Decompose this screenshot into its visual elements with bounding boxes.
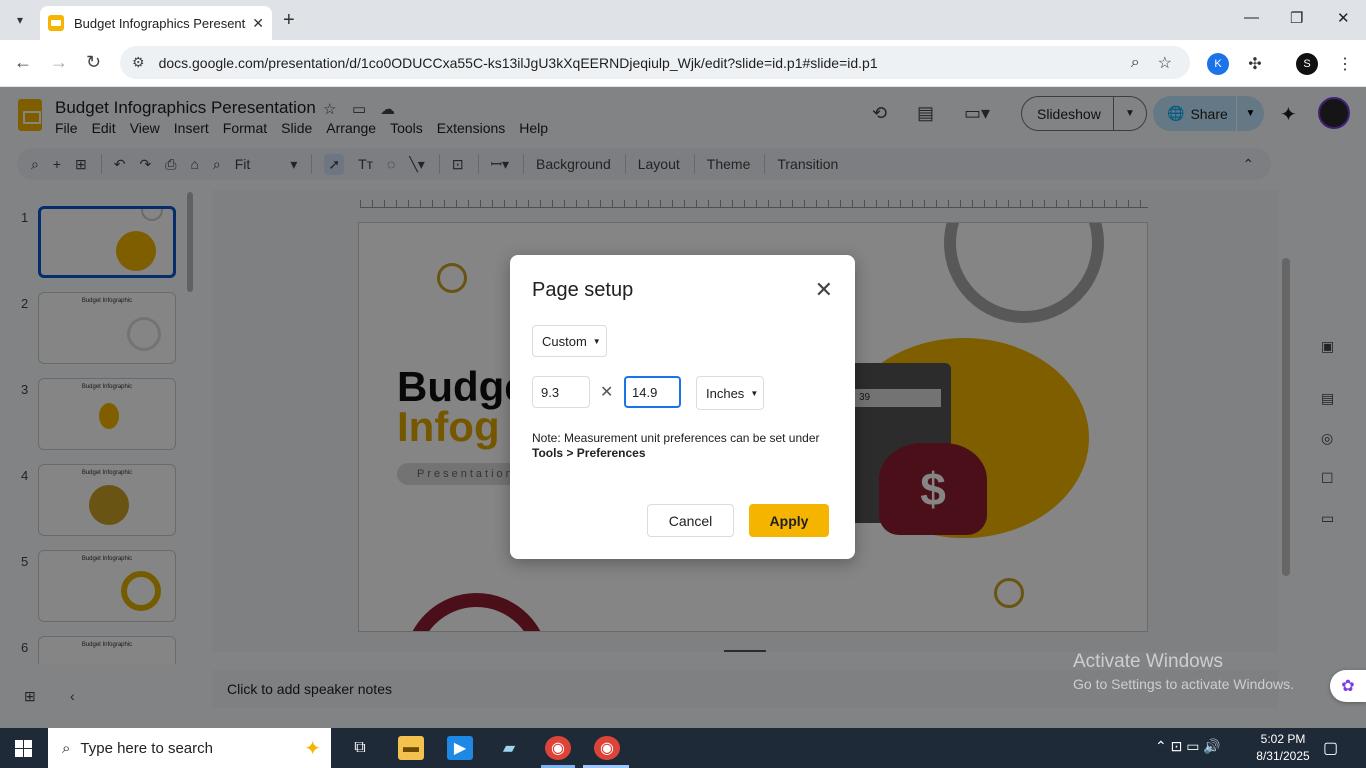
address-bar-row: ← → ↻ ⚙ docs.google.com/presentation/d/1… (0, 40, 1366, 87)
height-field[interactable] (624, 376, 681, 408)
unit-value: Inches (706, 385, 745, 401)
omnibox[interactable]: ⚙ docs.google.com/presentation/d/1co0ODU… (120, 46, 1190, 79)
zoom-icon[interactable]: ⌕ (1131, 54, 1140, 72)
window-close-icon[interactable]: ✕ (1337, 9, 1350, 27)
chevron-down-icon: ▼ (750, 388, 759, 398)
notepad-app-icon[interactable]: ▰ (496, 736, 522, 760)
clock-time: 5:02 PM (1260, 732, 1306, 746)
chrome-profile-r-icon[interactable]: ◉ (545, 736, 571, 760)
unit-select[interactable]: Inches ▼ (696, 376, 764, 410)
preset-select[interactable]: Custom ▼ (532, 325, 607, 357)
close-icon[interactable]: ✕ (815, 277, 833, 303)
minimize-icon[interactable]: — (1244, 9, 1259, 26)
task-view-icon[interactable]: ⧉ (347, 736, 373, 760)
puzzle-extensions-icon[interactable]: ✣ (1244, 53, 1266, 75)
note-text: Note: Measurement unit preferences can b… (532, 431, 820, 445)
copilot-sparkle-icon[interactable]: ✦ (304, 736, 321, 761)
windows-start-icon[interactable] (15, 740, 32, 757)
width-field[interactable] (532, 376, 590, 408)
browser-tab[interactable]: Budget Infographics Peresentat ✕ (40, 6, 272, 40)
windows-taskbar: ⌕ Type here to search ✦ ⧉ ▬ ▶ ▰ ◉ ◉ ⌃ ⊡ … (0, 728, 1366, 768)
tab-search-chevron-icon[interactable]: ▾ (8, 8, 32, 32)
restore-icon[interactable]: ❐ (1290, 9, 1303, 27)
chrome-profile-s-icon[interactable]: ◉ (594, 736, 620, 760)
bookmark-star-icon[interactable]: ☆ (1158, 53, 1172, 73)
taskbar-search[interactable]: ⌕ Type here to search ✦ (48, 728, 331, 768)
browser-tab-bar: ▾ Budget Infographics Peresentat ✕ + — ❐… (0, 0, 1366, 40)
search-icon: ⌕ (62, 739, 71, 757)
slides-favicon-icon (48, 15, 64, 31)
browser-menu-icon[interactable]: ⋮ (1334, 53, 1356, 75)
new-tab-icon[interactable]: + (283, 9, 295, 32)
notification-icon[interactable]: ▢ (1323, 738, 1338, 758)
file-explorer-icon[interactable]: ▬ (398, 736, 424, 760)
watermark-line2: Go to Settings to activate Windows. (1073, 676, 1294, 692)
clock-date: 8/31/2025 (1256, 749, 1310, 763)
system-tray-icons[interactable]: ⌃ ⊡ ▭ 🔊 (1155, 738, 1221, 755)
extension-icon[interactable]: K (1207, 53, 1229, 75)
chevron-down-icon: ▼ (592, 336, 601, 346)
activate-windows-watermark: Activate Windows Go to Settings to activ… (1073, 651, 1294, 692)
site-info-icon[interactable]: ⚙ (132, 54, 145, 71)
tab-close-icon[interactable]: ✕ (252, 15, 264, 32)
apply-button[interactable]: Apply (749, 504, 829, 537)
multiply-icon: ✕ (600, 384, 614, 401)
dialog-title: Page setup (532, 279, 634, 301)
units-note: Note: Measurement unit preferences can b… (532, 431, 842, 461)
page-setup-dialog: Page setup ✕ Custom ▼ ✕ Inches ▼ Note: M… (510, 255, 855, 559)
tab-title: Budget Infographics Peresentat (74, 15, 247, 31)
back-arrow-icon[interactable]: ← (14, 52, 32, 73)
cancel-button[interactable]: Cancel (647, 504, 734, 537)
media-app-icon[interactable]: ▶ (447, 736, 473, 760)
taskbar-clock[interactable]: 5:02 PM 8/31/2025 (1253, 731, 1313, 765)
note-bold-path: Tools > Preferences (532, 446, 646, 460)
reload-icon[interactable]: ↻ (86, 52, 101, 73)
forward-arrow-icon[interactable]: → (50, 52, 68, 73)
assistant-bubble-icon[interactable]: ✿ (1330, 670, 1366, 702)
url-text[interactable]: docs.google.com/presentation/d/1co0ODUCC… (159, 55, 1131, 71)
profile-icon[interactable]: S (1296, 53, 1318, 75)
preset-value: Custom (542, 333, 587, 349)
search-placeholder[interactable]: Type here to search (80, 740, 304, 757)
watermark-line1: Activate Windows (1073, 651, 1223, 672)
